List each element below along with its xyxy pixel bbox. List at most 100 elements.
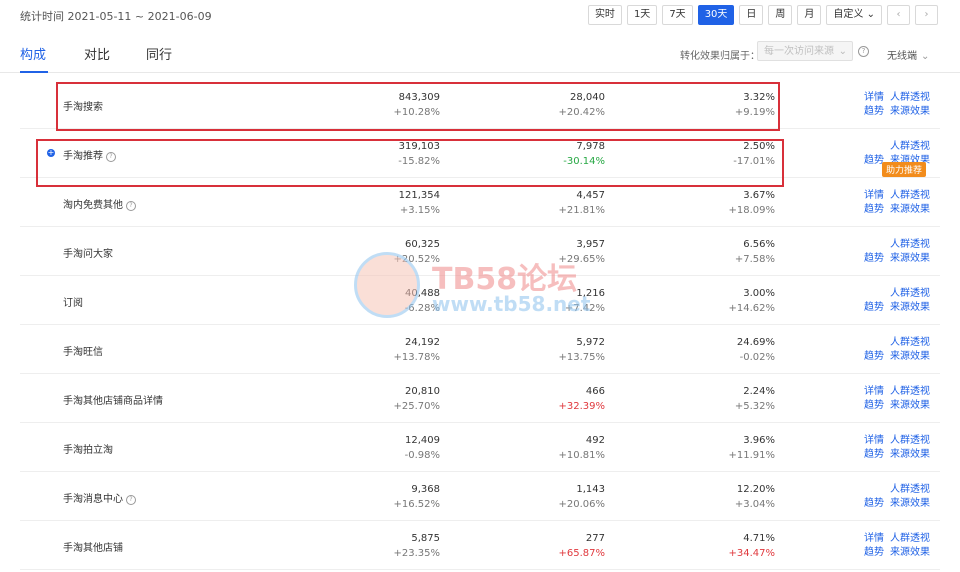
attribution-label: 转化效果归属于： (680, 51, 760, 62)
source-effect-link[interactable]: 来源效果 (890, 350, 930, 364)
crowd-link[interactable]: 人群透视 (890, 91, 930, 105)
table-row: 手淘其他店铺 5,875 +23.35% 277 +65.87% 4.71% +… (20, 521, 940, 570)
chevron-left-icon[interactable]: ‹ (887, 5, 910, 25)
source-name: 淘内免费其他? (63, 196, 136, 211)
source-name-label: 订阅 (63, 298, 83, 309)
tab-compare[interactable]: 对比 (84, 44, 110, 63)
source-name: 订阅 (63, 294, 83, 309)
metric-value: 12,409 (405, 435, 440, 446)
help-icon[interactable]: ? (126, 495, 136, 505)
detail-link[interactable]: 详情 (864, 189, 884, 203)
crowd-link[interactable]: 人群透视 (890, 483, 930, 497)
detail-link[interactable]: 详情 (864, 532, 884, 546)
metric-value: 20,810 (405, 386, 440, 397)
tab-peers[interactable]: 同行 (146, 44, 172, 63)
tab-composition[interactable]: 构成 (20, 44, 46, 63)
source-name: 手淘问大家 (63, 245, 113, 260)
metric-change: +20.52% (393, 254, 440, 265)
metric-change: +16.52% (393, 499, 440, 510)
crowd-link[interactable]: 人群透视 (890, 434, 930, 448)
attribution-value: 每一次访问来源 (764, 46, 834, 57)
metric-value: 1,143 (576, 484, 605, 495)
metric-change: -0.02% (739, 352, 775, 363)
source-effect-link[interactable]: 来源效果 (890, 546, 930, 560)
trend-link[interactable]: 趋势 (864, 448, 884, 462)
period-month-button[interactable]: 月 (797, 5, 822, 25)
source-effect-link[interactable]: 来源效果 (890, 105, 930, 119)
detail-link[interactable]: 详情 (864, 434, 884, 448)
metric-change: -0.98% (404, 450, 440, 461)
source-name-label: 手淘其他店铺 (63, 543, 123, 554)
metric-value: 60,325 (405, 239, 440, 250)
period-7day-button[interactable]: 7天 (662, 5, 693, 25)
source-name: 手淘旺信 (63, 343, 103, 358)
trend-link[interactable]: 趋势 (864, 399, 884, 413)
period-30day-button[interactable]: 30天 (697, 5, 735, 25)
top-bar: 统计时间 2021-05-11 ~ 2021-06-09 实时 1天 7天 30… (0, 0, 960, 30)
detail-link[interactable]: 详情 (864, 385, 884, 399)
crowd-link[interactable]: 人群透视 (890, 336, 930, 350)
source-effect-link[interactable]: 来源效果 (890, 497, 930, 511)
trend-link[interactable]: 趋势 (864, 203, 884, 217)
active-tab-indicator (20, 71, 48, 73)
trend-link[interactable]: 趋势 (864, 546, 884, 560)
source-effect-link[interactable]: 来源效果 (890, 252, 930, 266)
metric-change: -6.28% (404, 303, 440, 314)
help-icon[interactable]: ? (858, 46, 869, 57)
date-range: 2021-05-11 ~ 2021-06-09 (67, 10, 212, 23)
trend-link[interactable]: 趋势 (864, 497, 884, 511)
crowd-link[interactable]: 人群透视 (890, 532, 930, 546)
trend-link[interactable]: 趋势 (864, 105, 884, 119)
source-effect-link[interactable]: 来源效果 (890, 301, 930, 315)
table-row: 手淘其他店铺商品详情 20,810 +25.70% 466 +32.39% 2.… (20, 374, 940, 423)
crowd-link[interactable]: 人群透视 (890, 189, 930, 203)
metric-change: +7.58% (734, 254, 775, 265)
crowd-link[interactable]: 人群透视 (890, 287, 930, 301)
trend-link[interactable]: 趋势 (864, 252, 884, 266)
period-realtime-button[interactable]: 实时 (587, 5, 622, 25)
help-icon[interactable]: ? (126, 201, 136, 211)
metric-value: 24.69% (736, 337, 775, 348)
metric-value: 3,957 (576, 239, 605, 250)
stat-time: 统计时间 2021-05-11 ~ 2021-06-09 (20, 8, 212, 24)
highlight-box-search (56, 82, 780, 131)
metric-value: 492 (585, 435, 605, 446)
metric-change: +13.78% (393, 352, 440, 363)
source-name: 手淘其他店铺 (63, 539, 123, 554)
crowd-link[interactable]: 人群透视 (890, 385, 930, 399)
period-week-button[interactable]: 周 (768, 5, 793, 25)
device-value: 无线端 (887, 51, 917, 62)
trend-link[interactable]: 趋势 (864, 350, 884, 364)
source-effect-link[interactable]: 来源效果 (890, 399, 930, 413)
metric-change: +25.70% (393, 401, 440, 412)
period-day-button[interactable]: 日 (739, 5, 764, 25)
crowd-link[interactable]: 人群透视 (890, 238, 930, 252)
chevron-right-icon[interactable]: › (915, 5, 938, 25)
source-name: 手淘其他店铺商品详情 (63, 392, 163, 407)
metric-change: +20.06% (558, 499, 605, 510)
source-effect-link[interactable]: 来源效果 (890, 203, 930, 217)
metric-value: 3.96% (743, 435, 775, 446)
period-custom-label: 自定义 (833, 9, 864, 20)
chevron-down-icon: ⌄ (866, 9, 875, 20)
device-select[interactable]: 无线端 ⌄ (887, 47, 929, 62)
metric-value: 24,192 (405, 337, 440, 348)
metric-value: 3.67% (743, 190, 775, 201)
period-1day-button[interactable]: 1天 (626, 5, 658, 25)
metric-value: 121,354 (398, 190, 440, 201)
detail-link[interactable]: 详情 (864, 91, 884, 105)
metric-value: 5,875 (411, 533, 440, 544)
period-selector: 实时 1天 7天 30天 日 周 月 自定义 ⌄ ‹ › (587, 5, 938, 25)
trend-link[interactable]: 趋势 (864, 301, 884, 315)
table-row: 手淘旺信 24,192 +13.78% 5,972 +13.75% 24.69%… (20, 325, 940, 374)
source-name-label: 手淘问大家 (63, 249, 113, 260)
crowd-link[interactable]: 人群透视 (890, 140, 930, 154)
boost-badge[interactable]: 助力推荐 (882, 162, 927, 177)
source-effect-link[interactable]: 来源效果 (890, 448, 930, 462)
attribution-select[interactable]: 每一次访问来源 ⌄ (757, 41, 853, 61)
metric-change: +11.91% (728, 450, 775, 461)
source-name-label: 手淘旺信 (63, 347, 103, 358)
period-custom-button[interactable]: 自定义 ⌄ (826, 5, 882, 25)
metric-value: 9,368 (411, 484, 440, 495)
trend-link[interactable]: 趋势 (864, 154, 884, 168)
